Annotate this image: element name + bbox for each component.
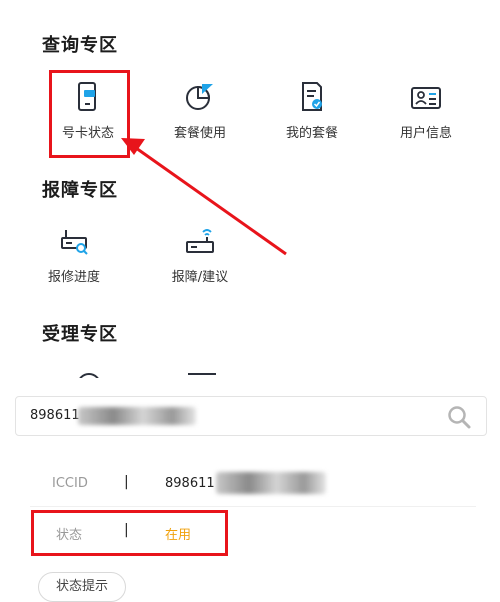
fault-item-report-suggest[interactable]: 报障/建议 bbox=[152, 224, 248, 285]
accept-item-partial-1[interactable] bbox=[72, 368, 106, 378]
row-divider bbox=[30, 506, 476, 507]
fault-item-repair-progress[interactable]: 报修进度 bbox=[26, 224, 122, 285]
status-tip-button[interactable]: 状态提示 bbox=[38, 572, 126, 602]
fault-item-label: 报障/建议 bbox=[171, 270, 229, 285]
accept-section-title: 受理专区 bbox=[42, 324, 118, 345]
iccid-search-box[interactable]: 898611 bbox=[15, 396, 487, 436]
router-search-icon bbox=[61, 230, 88, 255]
annotation-arrow bbox=[121, 138, 287, 256]
iccid-value: 898611 bbox=[165, 476, 215, 491]
fault-section-title: 报障专区 bbox=[42, 180, 118, 201]
search-icon[interactable] bbox=[446, 404, 472, 430]
fault-item-label: 报修进度 bbox=[47, 270, 100, 285]
status-highlight-box bbox=[31, 510, 228, 556]
redacted-iccid bbox=[216, 472, 326, 494]
search-input-value[interactable]: 898611 bbox=[30, 408, 80, 423]
iccid-label: ICCID bbox=[52, 476, 88, 491]
document-icon bbox=[188, 373, 216, 375]
iccid-separator: | bbox=[124, 474, 129, 490]
accept-item-partial-2[interactable] bbox=[185, 372, 219, 378]
redacted-number bbox=[78, 407, 196, 425]
router-wifi-icon bbox=[186, 229, 214, 253]
circle-icon bbox=[79, 373, 99, 378]
